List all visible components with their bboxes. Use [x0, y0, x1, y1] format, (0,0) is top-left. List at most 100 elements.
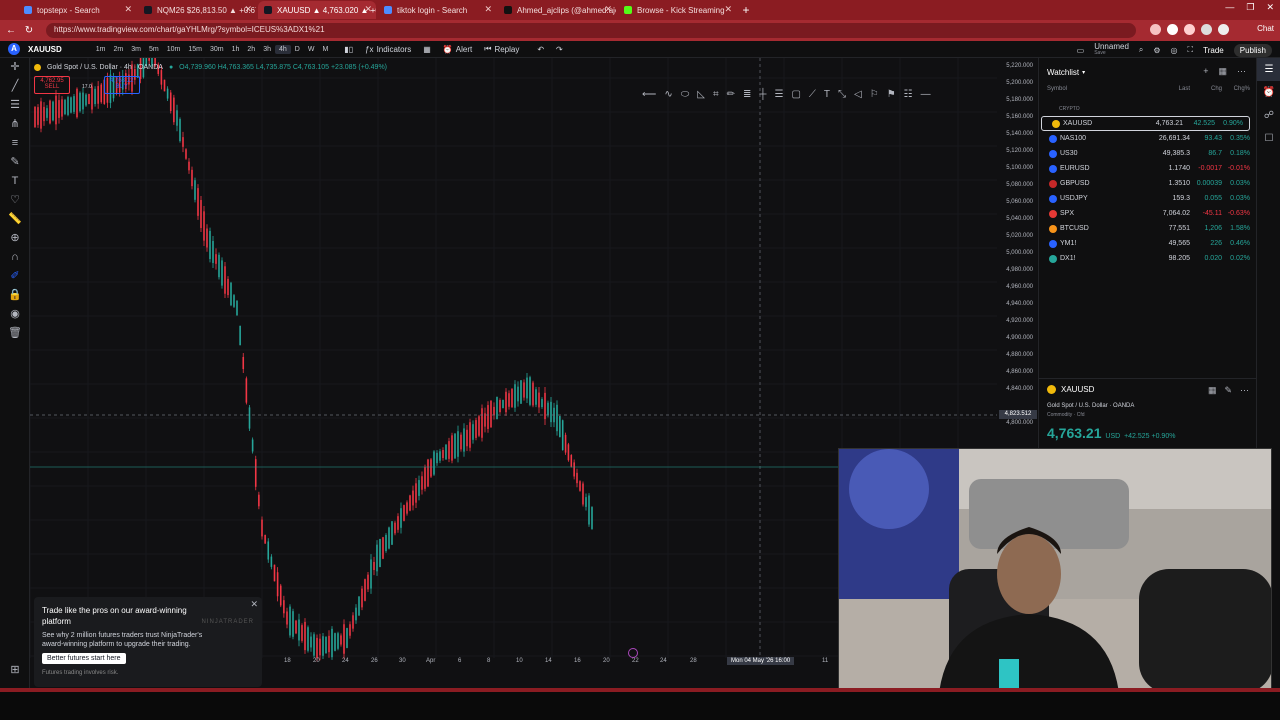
- tab-close-icon[interactable]: ✕: [484, 4, 492, 15]
- eye-icon[interactable]: ◉: [0, 305, 30, 324]
- horizontal-line-icon[interactable]: —: [921, 89, 931, 100]
- crosshair-icon[interactable]: ✛: [0, 58, 30, 77]
- note-icon[interactable]: ⚑: [887, 89, 896, 100]
- timeframe-4h[interactable]: 4h: [274, 44, 291, 54]
- watchlist-row[interactable]: SPX 7,064.02 -45.11 -0.63%: [1039, 206, 1256, 221]
- tab-close-icon[interactable]: ✕: [124, 4, 132, 15]
- horizontal-lines-icon[interactable]: ☰: [0, 96, 30, 115]
- symbol-search[interactable]: XAUUSD: [28, 45, 62, 54]
- pitchfork-icon[interactable]: ⋔: [0, 115, 30, 134]
- extension-icon[interactable]: [1201, 24, 1212, 35]
- timeframe-3h[interactable]: 3h: [259, 45, 275, 54]
- close-window-icon[interactable]: ✕: [1266, 2, 1274, 13]
- data-window-icon[interactable]: ☍: [1257, 104, 1280, 127]
- watchlist-row[interactable]: USDJPY 159.3 0.055 0.03%: [1039, 191, 1256, 206]
- line-icon[interactable]: ⟵: [642, 89, 656, 100]
- new-tab-button[interactable]: +: [738, 2, 754, 18]
- browser-tab[interactable]: tiktok login - Search ✕: [378, 1, 496, 19]
- timeframe-30m[interactable]: 30m: [206, 45, 228, 54]
- zigzag-icon[interactable]: ∿: [664, 89, 672, 100]
- timeframe-D[interactable]: D: [291, 45, 304, 54]
- tab-close-icon[interactable]: ✕: [244, 4, 252, 15]
- trend-line-icon[interactable]: ╱: [0, 77, 30, 96]
- watchlist-row[interactable]: DX1! 98.205 0.020 0.02%: [1039, 251, 1256, 266]
- object-tree-icon[interactable]: ⊞: [0, 661, 30, 680]
- watchlist-row[interactable]: XAUUSD 4,763.21 42.525 0.90%: [1041, 116, 1250, 131]
- pencil-icon[interactable]: ✏: [727, 89, 735, 100]
- cross-line-icon[interactable]: ┼: [759, 89, 766, 100]
- browser-tab[interactable]: XAUUSD ▲ 4,763.020 ▲ +0.9% Unn...✕: [258, 1, 376, 19]
- fib-icon[interactable]: ≡: [0, 134, 30, 153]
- alert-button[interactable]: ⏰ Alert: [443, 45, 472, 54]
- profile-avatar-icon[interactable]: [1218, 24, 1229, 35]
- tab-close-icon[interactable]: ✕: [364, 4, 372, 15]
- layout-name[interactable]: Unnamed Save: [1094, 43, 1129, 57]
- timeframe-2h[interactable]: 2h: [243, 45, 259, 54]
- indicators-button[interactable]: ƒx Indicators: [365, 45, 411, 54]
- timeframe-3m[interactable]: 3m: [127, 45, 145, 54]
- text-tool-icon[interactable]: T: [824, 89, 830, 100]
- rectangle-icon[interactable]: ▢: [791, 89, 800, 100]
- user-avatar[interactable]: A: [8, 43, 20, 55]
- path-icon[interactable]: ◺: [697, 89, 705, 100]
- projection-icon[interactable]: ◁: [854, 89, 862, 100]
- ray-icon[interactable]: ⟋: [809, 89, 816, 100]
- edit-icon[interactable]: ✎: [1224, 385, 1232, 396]
- layout-icon[interactable]: ▭: [1077, 46, 1085, 55]
- gear-icon[interactable]: ⚙: [1153, 46, 1160, 55]
- bookmark-star-icon[interactable]: [1150, 24, 1161, 35]
- ruler-icon[interactable]: 📏: [0, 210, 30, 229]
- chat-button[interactable]: Chat: [1257, 24, 1274, 33]
- columns-icon[interactable]: ▦: [1218, 66, 1227, 77]
- reload-icon[interactable]: ↻: [22, 25, 36, 36]
- flag-icon[interactable]: ⚐: [870, 89, 879, 100]
- col-chgp[interactable]: Chg%: [1234, 86, 1250, 92]
- watchlist-row[interactable]: NAS100 26,691.34 93.43 0.35%: [1039, 131, 1256, 146]
- back-icon[interactable]: ←: [4, 25, 18, 36]
- watchlist-row[interactable]: US30 49,385.3 86.7 0.18%: [1039, 146, 1256, 161]
- browser-tab[interactable]: Browse - Kick Streaming ✕: [618, 1, 736, 19]
- watchlist-row[interactable]: GBPUSD 1.3510 0.00039 0.03%: [1039, 176, 1256, 191]
- fib-retracement-icon[interactable]: ≣: [743, 89, 751, 100]
- trash-icon[interactable]: 🗑: [0, 324, 30, 343]
- settings-icon[interactable]: [628, 648, 638, 658]
- watchlist-row[interactable]: YM1! 49,565 226 0.46%: [1039, 236, 1256, 251]
- col-chg[interactable]: Chg: [1211, 86, 1222, 92]
- timeframe-15m[interactable]: 15m: [184, 45, 206, 54]
- publish-button[interactable]: Publish: [1233, 43, 1272, 57]
- pattern-icon[interactable]: ⌗: [713, 89, 719, 100]
- tab-close-icon[interactable]: ✕: [724, 4, 732, 15]
- redo-icon[interactable]: ↷: [556, 45, 563, 54]
- timeframe-M[interactable]: M: [318, 45, 332, 54]
- magnet-icon[interactable]: ∩: [0, 248, 30, 267]
- replay-button[interactable]: ⏮ Replay: [484, 44, 519, 54]
- maximize-icon[interactable]: ❐: [1246, 2, 1254, 13]
- col-symbol[interactable]: Symbol: [1047, 86, 1067, 92]
- watchlist-icon[interactable]: ☰: [1257, 58, 1280, 81]
- grid-icon[interactable]: ▦: [1208, 385, 1217, 396]
- timeframe-W[interactable]: W: [304, 45, 319, 54]
- brush-icon[interactable]: ✎: [0, 153, 30, 172]
- chat-icon[interactable]: ☐: [1257, 127, 1280, 150]
- watchlist-row[interactable]: EURUSD 1.1740 -0.0017 -0.01%: [1039, 161, 1256, 176]
- chevron-down-icon[interactable]: ▾: [1082, 69, 1085, 76]
- layouts-icon[interactable]: ▦: [423, 45, 431, 54]
- close-icon[interactable]: ✕: [250, 599, 258, 610]
- text-icon[interactable]: T: [0, 172, 30, 191]
- channel-icon[interactable]: ☰: [775, 89, 784, 100]
- url-field[interactable]: https://www.tradingview.com/chart/gaYHLM…: [46, 23, 1136, 38]
- browser-tab[interactable]: topstepx - Search ✕: [18, 1, 136, 19]
- search-icon[interactable]: ⌕: [1139, 45, 1143, 55]
- trade-button[interactable]: Trade: [1203, 46, 1224, 55]
- more-icon[interactable]: ⋯: [1240, 385, 1249, 396]
- list-icon[interactable]: ☷: [904, 89, 913, 100]
- watchlist-group[interactable]: CRYPTO: [1039, 100, 1256, 116]
- timeframe-10m[interactable]: 10m: [163, 45, 185, 54]
- timeframe-1m[interactable]: 1m: [92, 45, 110, 54]
- minimize-icon[interactable]: —: [1225, 2, 1234, 13]
- timeframe-2m[interactable]: 2m: [110, 45, 128, 54]
- watchlist-title[interactable]: Watchlist: [1047, 68, 1079, 77]
- lock-icon[interactable]: 🔒: [0, 286, 30, 305]
- watchlist-row[interactable]: BTCUSD 77,551 1,206 1.58%: [1039, 221, 1256, 236]
- alerts-icon[interactable]: ⏰: [1257, 81, 1280, 104]
